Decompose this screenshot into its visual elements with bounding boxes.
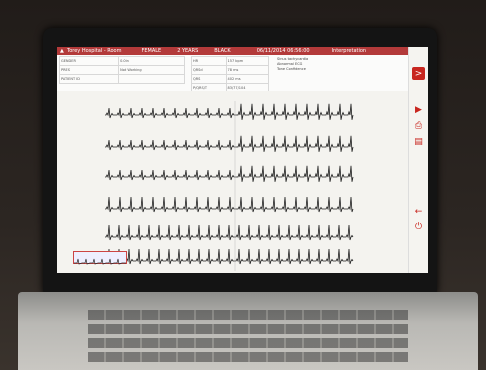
- patient-label: Torey Hospital - Room: [67, 48, 122, 54]
- qrs-value: 402 ms: [225, 74, 269, 84]
- power-icon[interactable]: ⏻: [412, 220, 425, 233]
- forward-button[interactable]: >: [412, 67, 425, 80]
- qrsd-value: 78 ms: [225, 65, 269, 75]
- interpretation-title: Interpretation: [331, 48, 367, 54]
- laptop-keyboard: [18, 292, 478, 370]
- gender-label: GENDER: [58, 56, 120, 66]
- right-toolbar: > ▶ ⎙ ▤ ← ⏻: [408, 47, 428, 273]
- pres-value: Not Working: [118, 65, 185, 75]
- interpretation-line-3: Tone Confidence: [277, 67, 306, 71]
- patient-id-value: [118, 74, 185, 84]
- patient-info-panel: GENDER 0.0in PRES Not Working PATIENT ID…: [57, 55, 409, 93]
- back-arrow-icon[interactable]: ←: [412, 205, 425, 218]
- pres-label: PRES: [58, 65, 120, 75]
- race: BLACK: [214, 48, 231, 54]
- hr-value: 157 bpm: [225, 56, 269, 66]
- datetime: 06/11/2014 06:56:00: [256, 48, 310, 54]
- qrs-label: QRS: [191, 74, 227, 84]
- qrsd-label: QRSd: [191, 65, 227, 75]
- warning-icon: ▲: [60, 48, 64, 54]
- ecg-tracing: [57, 91, 409, 273]
- laptop-screen: ▲ Torey Hospital - Room FEMALE 2 YEARS B…: [57, 47, 428, 273]
- document-icon[interactable]: ▤: [412, 135, 425, 148]
- next-icon[interactable]: ▶: [412, 103, 425, 116]
- age: 2 YEARS: [177, 48, 199, 54]
- title-bar: ▲ Torey Hospital - Room FEMALE 2 YEARS B…: [57, 47, 409, 55]
- gender-value: 0.0in: [118, 56, 185, 66]
- rhythm-thumbnail[interactable]: [73, 251, 127, 265]
- sex: FEMALE: [141, 48, 162, 54]
- print-icon[interactable]: ⎙: [412, 119, 425, 132]
- patient-id-label: PATIENT ID: [58, 74, 120, 84]
- hr-label: HR: [191, 56, 227, 66]
